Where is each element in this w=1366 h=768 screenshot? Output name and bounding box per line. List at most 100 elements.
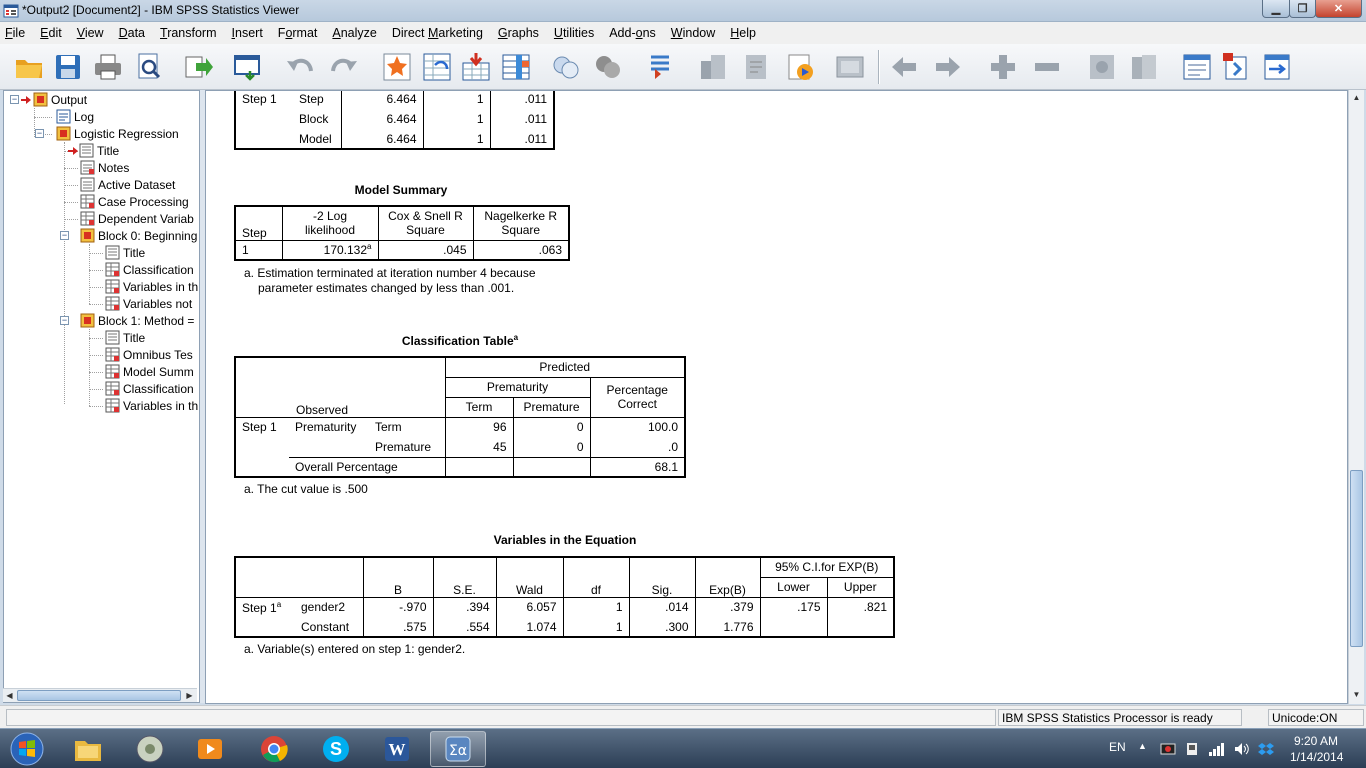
classification-table[interactable]: Observed Predicted Prematurity Percentag… <box>234 356 686 478</box>
network-signal-icon[interactable] <box>1208 741 1226 757</box>
menu-utilities[interactable]: Utilities <box>549 26 603 40</box>
tree-item-case-processing[interactable]: Case Processing <box>80 193 189 210</box>
expand-toggle-icon[interactable]: − <box>60 316 69 325</box>
insert-heading-icon[interactable] <box>1181 51 1213 83</box>
menu-format[interactable]: Format <box>273 26 327 40</box>
insert-new-title-icon[interactable] <box>1221 51 1253 83</box>
scrollbar-thumb[interactable] <box>17 690 181 701</box>
menu-help[interactable]: Help <box>725 26 765 40</box>
tree-item-omnibus-tests[interactable]: Omnibus Tes <box>105 346 193 363</box>
menu-view[interactable]: View <box>72 26 113 40</box>
menu-graphs[interactable]: Graphs <box>493 26 548 40</box>
spss-app-icon[interactable] <box>3 3 19 19</box>
tree-item-title[interactable]: Title <box>68 142 119 159</box>
expand-plus-icon[interactable] <box>987 51 1019 83</box>
undo-icon[interactable] <box>284 51 316 83</box>
tree-item-output[interactable]: Output <box>21 91 87 108</box>
taskbar-media[interactable] <box>122 731 178 767</box>
variables-icon[interactable] <box>500 51 532 83</box>
tree-item-block-0[interactable]: Block 0: Beginning <box>80 227 197 244</box>
menu-data[interactable]: Data <box>114 26 154 40</box>
outline-horizontal-scrollbar[interactable]: ◀ ▶ <box>3 688 197 702</box>
expand-toggle-icon[interactable]: − <box>60 231 69 240</box>
menu-add-ons[interactable]: Add-ons <box>604 26 665 40</box>
tree-item-active-dataset[interactable]: Active Dataset <box>80 176 175 193</box>
taskbar-media-player[interactable] <box>182 731 238 767</box>
export-icon[interactable] <box>182 51 214 83</box>
insert-output-icon[interactable] <box>697 51 729 83</box>
taskbar-explorer[interactable] <box>60 731 116 767</box>
maximize-button[interactable]: ❐ <box>1289 0 1316 18</box>
goto-data-icon[interactable] <box>381 51 413 83</box>
open-folder-icon[interactable] <box>13 51 45 83</box>
scroll-left-arrow-icon[interactable]: ◀ <box>3 689 16 702</box>
insert-chart-icon[interactable] <box>784 51 816 83</box>
tray-device-icon[interactable] <box>1184 741 1200 757</box>
tray-expand-arrow-icon[interactable]: ▲ <box>1138 741 1147 751</box>
taskbar-spss[interactable]: Σα <box>430 731 486 767</box>
insert-new-text-icon[interactable] <box>1261 51 1293 83</box>
goto-case-icon[interactable] <box>421 51 453 83</box>
clock-date[interactable]: 1/14/2014 <box>1290 750 1343 764</box>
taskbar-chrome[interactable] <box>246 731 302 767</box>
tree-item-block1-title[interactable]: Title <box>105 329 145 346</box>
expand-toggle-icon[interactable]: − <box>10 95 19 104</box>
redo-icon[interactable] <box>328 51 360 83</box>
expand-toggle-icon[interactable]: − <box>35 129 44 138</box>
tray-app-icon[interactable] <box>1160 741 1176 757</box>
arrow-left-icon[interactable] <box>888 51 920 83</box>
volume-icon[interactable] <box>1233 741 1249 757</box>
tree-item-log[interactable]: Log <box>56 108 94 125</box>
start-button[interactable] <box>2 731 52 767</box>
tree-item-model-summary[interactable]: Model Summ <box>105 363 194 380</box>
clock-time[interactable]: 9:20 AM <box>1294 734 1338 748</box>
variables-equation-table[interactable]: B S.E. Wald df Sig. Exp(B) 95% C.I.for E… <box>234 556 895 638</box>
menu-direct-marketing[interactable]: Direct Marketing <box>387 26 492 40</box>
split-file-icon[interactable] <box>645 51 677 83</box>
minimize-button[interactable]: ▁ <box>1262 0 1290 18</box>
menu-file[interactable]: File <box>0 26 34 40</box>
use-variable-sets-icon[interactable] <box>592 51 624 83</box>
print-icon[interactable] <box>92 51 124 83</box>
taskbar-skype[interactable]: S <box>308 731 364 767</box>
menu-insert[interactable]: Insert <box>227 26 272 40</box>
save-icon[interactable] <box>52 51 84 83</box>
tree-item-block0-title[interactable]: Title <box>105 244 145 261</box>
insert-text-icon[interactable] <box>741 51 773 83</box>
scroll-down-arrow-icon[interactable]: ▼ <box>1349 688 1364 702</box>
taskbar-word[interactable]: W <box>369 731 425 767</box>
menu-edit[interactable]: Edit <box>35 26 71 40</box>
recall-dialog-icon[interactable] <box>232 51 264 83</box>
scroll-up-arrow-icon[interactable]: ▲ <box>1349 91 1364 105</box>
arrow-right-icon[interactable] <box>932 51 964 83</box>
print-preview-icon[interactable] <box>133 51 165 83</box>
tree-item-dependent-variable[interactable]: Dependent Variab <box>80 210 194 227</box>
tree-item-block1-classification[interactable]: Classification <box>105 380 194 397</box>
menu-analyze[interactable]: Analyze <box>327 26 385 40</box>
goto-variable-icon[interactable] <box>460 51 492 83</box>
content-vertical-scrollbar[interactable]: ▲ ▼ <box>1348 90 1364 704</box>
show-all-variables-icon[interactable] <box>550 51 582 83</box>
menu-window[interactable]: Window <box>666 26 724 40</box>
output-content-pane[interactable]: Step 1 Step 6.464 1 .011 Block 6.464 1 .… <box>205 90 1348 704</box>
scrollbar-thumb[interactable] <box>1350 470 1363 647</box>
designate-window-icon[interactable] <box>834 51 866 83</box>
tree-item-block0-variables-in[interactable]: Variables in th <box>105 278 198 295</box>
tree-item-logistic-regression[interactable]: Logistic Regression <box>56 125 179 142</box>
language-indicator[interactable]: EN <box>1109 740 1126 754</box>
tree-item-block0-classification[interactable]: Classification <box>105 261 194 278</box>
show-icon[interactable] <box>1086 51 1118 83</box>
model-summary-table[interactable]: Step -2 Log likelihood Cox & Snell R Squar… <box>234 205 570 261</box>
dropbox-icon[interactable] <box>1258 741 1274 757</box>
tree-item-block-1[interactable]: Block 1: Method = <box>80 312 194 329</box>
close-button[interactable]: ✕ <box>1315 0 1362 18</box>
tree-item-notes[interactable]: Notes <box>80 159 129 176</box>
collapse-minus-icon[interactable] <box>1031 51 1063 83</box>
scroll-right-arrow-icon[interactable]: ▶ <box>183 689 196 702</box>
outline-pane[interactable]: − − − − Output Log Logistic Regression T… <box>3 90 200 703</box>
omnibus-tests-table[interactable]: Step 1 Step 6.464 1 .011 Block 6.464 1 .… <box>234 91 555 150</box>
menu-transform[interactable]: Transform <box>155 26 226 40</box>
tree-item-block1-variables-in[interactable]: Variables in th <box>105 397 198 414</box>
tree-item-block0-variables-not[interactable]: Variables not <box>105 295 192 312</box>
hide-icon[interactable] <box>1128 51 1160 83</box>
